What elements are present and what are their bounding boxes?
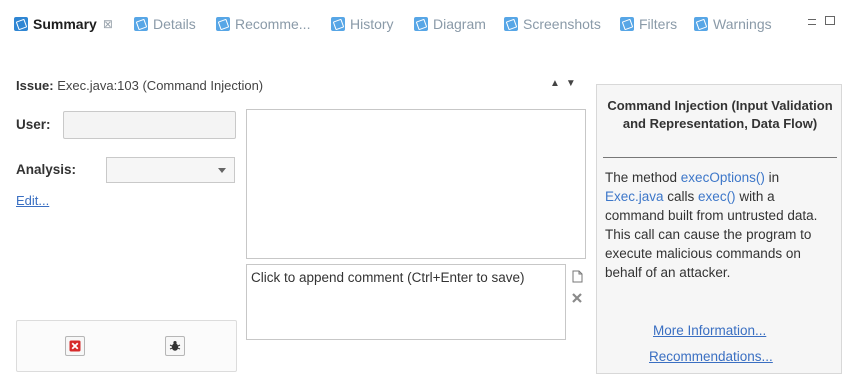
- recommendations-link[interactable]: Recommendations...: [649, 349, 773, 364]
- close-icon[interactable]: ⊠: [103, 17, 113, 31]
- issue-value: Exec.java:103 (Command Injection): [57, 78, 264, 93]
- append-comment-input[interactable]: Click to append comment (Ctrl+Enter to s…: [246, 264, 566, 340]
- warnings-tab-icon: [694, 17, 708, 31]
- more-information-link[interactable]: More Information...: [653, 323, 766, 338]
- minimize-icon[interactable]: [808, 19, 816, 25]
- user-field[interactable]: [63, 111, 236, 139]
- down-arrow-icon[interactable]: ▼: [566, 78, 582, 89]
- tab-summary[interactable]: Summary ⊠: [14, 14, 113, 34]
- category-title: Command Injection (Input Validation and …: [607, 98, 833, 131]
- analysis-label: Analysis:: [16, 162, 77, 177]
- bug-button[interactable]: [165, 336, 185, 356]
- tab-label: Filters: [639, 16, 678, 32]
- diagram-tab-icon: [414, 17, 428, 31]
- method-link[interactable]: execOptions(): [681, 170, 765, 185]
- chevron-down-icon: [218, 168, 226, 173]
- user-label: User:: [16, 117, 51, 132]
- issue-header: Issue: Exec.java:103 (Command Injection): [16, 78, 263, 93]
- tab-history[interactable]: History: [331, 14, 394, 34]
- summary-tab-icon: [14, 17, 28, 31]
- tab-diagram[interactable]: Diagram: [414, 14, 486, 34]
- tab-label: History: [350, 16, 394, 32]
- tab-label: Warnings: [713, 16, 772, 32]
- issue-navigation: ▲▼: [550, 78, 582, 89]
- details-tab-icon: [134, 17, 148, 31]
- up-arrow-icon[interactable]: ▲: [550, 78, 566, 89]
- analysis-dropdown[interactable]: [106, 157, 235, 183]
- add-comment-icon[interactable]: [571, 270, 584, 287]
- issue-label: Issue:: [16, 78, 54, 93]
- tab-label: Diagram: [433, 16, 486, 32]
- tab-label: Details: [153, 16, 196, 32]
- history-tab-icon: [331, 17, 345, 31]
- delete-button[interactable]: [65, 336, 85, 356]
- editor-tab-bar: Summary ⊠ Details Recomme... History Dia…: [0, 0, 844, 46]
- edit-link[interactable]: Edit...: [16, 193, 49, 208]
- tab-label: Summary: [33, 16, 97, 32]
- file-link[interactable]: Exec.java: [605, 189, 664, 204]
- divider: [603, 157, 837, 158]
- action-button-group: [16, 320, 237, 372]
- tab-recommendations[interactable]: Recomme...: [216, 14, 310, 34]
- tab-label: Recomme...: [235, 16, 311, 32]
- comments-history[interactable]: [246, 109, 586, 259]
- tab-warnings[interactable]: Warnings: [694, 14, 772, 34]
- abstract-text: The method execOptions() in Exec.java ca…: [605, 170, 818, 280]
- append-comment-placeholder: Click to append comment (Ctrl+Enter to s…: [251, 270, 525, 285]
- tab-filters[interactable]: Filters: [620, 14, 677, 34]
- tab-screenshots[interactable]: Screenshots: [504, 14, 601, 34]
- screenshots-tab-icon: [504, 17, 518, 31]
- delete-icon: [69, 340, 81, 352]
- remove-comment-icon[interactable]: [571, 292, 583, 307]
- issue-info-panel: Command Injection (Input Validation and …: [596, 84, 842, 374]
- tab-details[interactable]: Details: [134, 14, 196, 34]
- maximize-icon[interactable]: [825, 16, 835, 25]
- filters-tab-icon: [620, 17, 634, 31]
- sink-link[interactable]: exec(): [698, 189, 736, 204]
- bug-icon: [169, 341, 181, 351]
- recommendations-tab-icon: [216, 17, 230, 31]
- tab-label: Screenshots: [523, 16, 601, 32]
